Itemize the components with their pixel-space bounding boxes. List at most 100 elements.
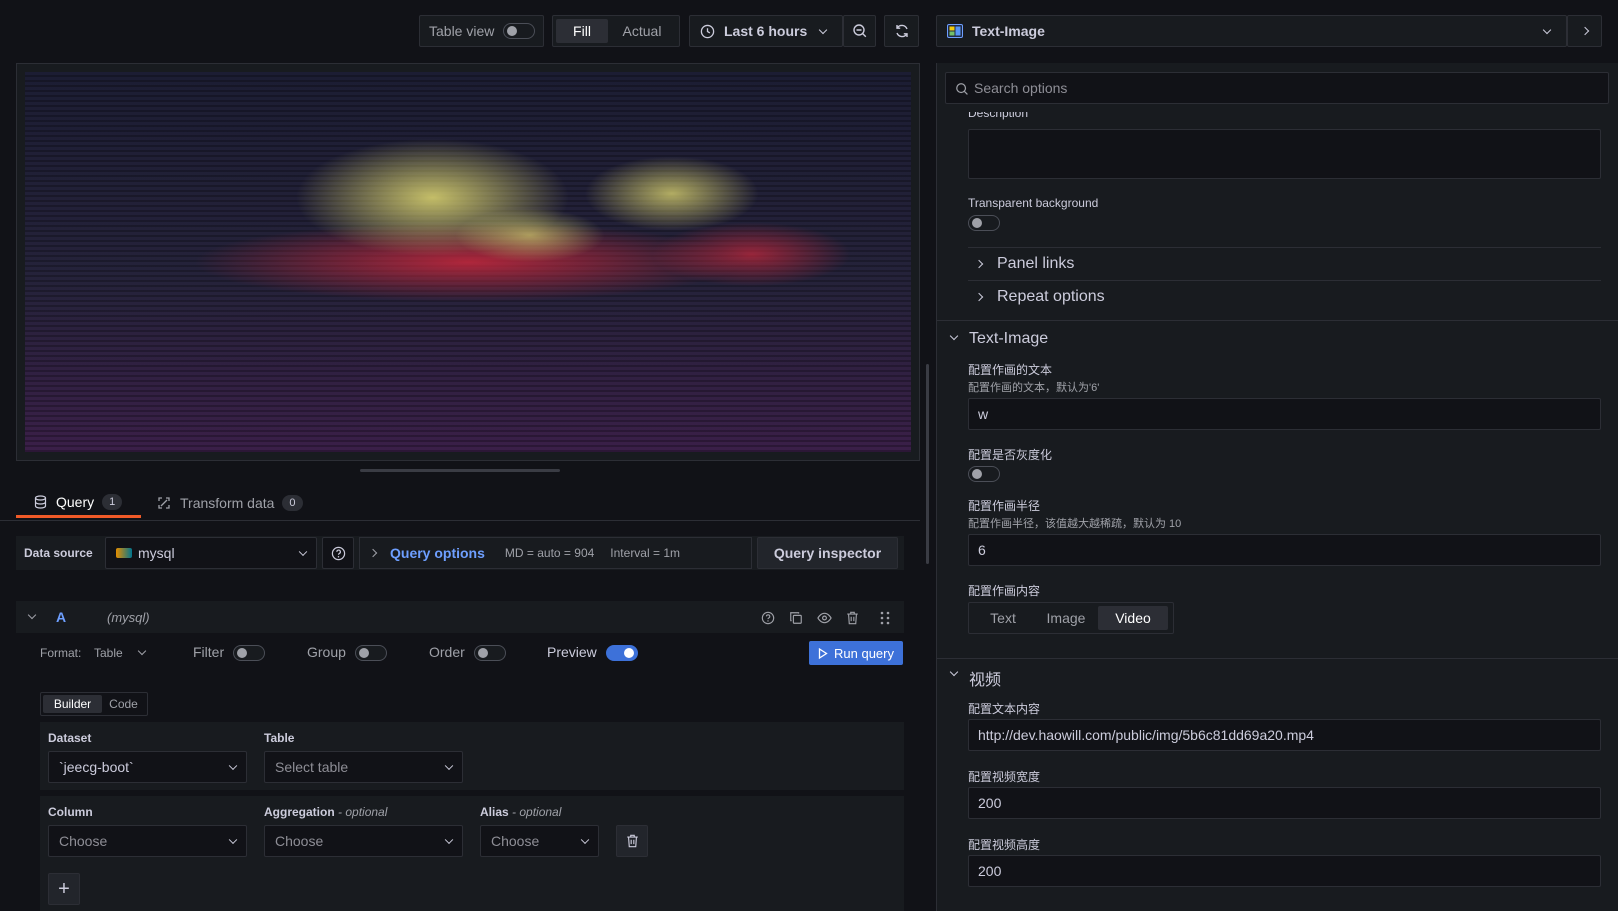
column-select[interactable]: Choose [48,825,247,857]
column-placeholder: Choose [59,833,108,849]
transform-icon [158,497,170,509]
aggregation-label-text: Aggregation [264,805,335,819]
fill-button[interactable]: Fill [556,19,608,43]
text-option-description: 配置作画的文本，默认为'6' [968,382,1100,394]
chevron-right-icon [974,292,984,302]
text-image-section-header[interactable]: Text-Image [945,326,1595,352]
search-icon [956,83,968,95]
chevron-down-icon [818,25,828,35]
alias-label-text: Alias [480,805,509,819]
dataset-value: `jeecg-boot` [59,759,134,775]
query-ref-id[interactable]: A [56,609,66,625]
text-image-plugin-icon [947,24,963,38]
table-view-toggle[interactable]: Table view [419,15,544,47]
query-inspector-button[interactable]: Query inspector [757,537,898,569]
vertical-splitter[interactable] [926,364,929,564]
alias-select[interactable]: Choose [480,825,599,857]
aggregation-placeholder: Choose [275,833,324,849]
video-url-value: http://dev.haowill.com/public/img/5b6c81… [978,727,1314,743]
copy-icon [790,612,802,624]
column-label: Column [48,805,93,819]
group-switch[interactable] [355,645,387,661]
format-label: Format: [40,646,82,660]
datasource-picker[interactable]: mysql [105,537,317,569]
search-options-placeholder: Search options [974,80,1068,96]
aggregation-select[interactable]: Choose [264,825,463,857]
filter-switch[interactable] [233,645,265,661]
video-height-input[interactable]: 200 [968,855,1601,887]
radius-option-description: 配置作画半径，该值越大越稀疏，默认为 10 [968,518,1182,530]
tabs-divider [0,520,920,521]
transparent-background-switch[interactable] [968,215,1000,231]
chevron-down-icon [580,835,590,845]
tab-transform[interactable]: Transform data 0 [157,488,317,518]
text-option-input[interactable]: w [968,398,1601,430]
format-select[interactable]: Table [94,644,154,662]
close-options-button[interactable] [1567,15,1602,47]
order-label: Order [429,644,465,660]
panel-links-section[interactable]: Panel links [968,252,1601,278]
description-label-clip: Description [968,112,1168,122]
video-section-title: 视频 [969,672,1002,689]
text-option-value: w [978,406,989,422]
resize-handle[interactable] [360,469,560,472]
actual-button[interactable]: Actual [608,19,676,43]
description-textarea[interactable] [968,129,1601,179]
transparent-background-label: Transparent background [968,196,1099,210]
dataset-label: Dataset [48,731,92,745]
search-options-input[interactable]: Search options [945,72,1609,104]
duplicate-query-button[interactable] [787,609,805,627]
help-icon [331,546,345,560]
refresh-button[interactable] [884,15,919,47]
run-query-button[interactable]: Run query [809,641,903,665]
radius-option-input[interactable]: 6 [968,534,1601,566]
query-help-button[interactable] [759,609,777,627]
trash-icon [626,834,638,848]
divider [968,247,1601,248]
dataset-select[interactable]: `jeecg-boot` [48,751,247,783]
datasource-help-button[interactable] [322,537,354,569]
drag-handle[interactable] [876,609,894,627]
hide-query-button[interactable] [815,609,833,627]
content-option-text[interactable]: Text [972,606,1034,630]
repeat-options-section[interactable]: Repeat options [968,285,1601,311]
zoom-out-button[interactable] [843,15,876,47]
video-width-input[interactable]: 200 [968,787,1601,819]
video-url-input[interactable]: http://dev.haowill.com/public/img/5b6c81… [968,719,1601,751]
table-view-label: Table view [429,23,495,39]
aggregation-optional: - optional [338,805,388,819]
content-option-video[interactable]: Video [1098,606,1168,630]
text-image-section-title: Text-Image [969,330,1049,347]
run-query-label: Run query [834,645,894,661]
add-column-button[interactable]: + [48,873,80,905]
visualization-name: Text-Image [972,23,1045,39]
table-select[interactable]: Select table [264,751,463,783]
code-mode-button[interactable]: Code [102,695,145,713]
trash-icon [846,611,858,625]
remove-column-button[interactable] [616,825,648,857]
visualization-picker[interactable]: Text-Image [936,15,1567,47]
tab-transform-label: Transform data [180,495,275,511]
delete-query-button[interactable] [843,609,861,627]
grayscale-switch[interactable] [968,466,1000,482]
content-option-image[interactable]: Image [1034,606,1098,630]
builder-mode-button[interactable]: Builder [43,695,102,713]
tab-query-label: Query [56,493,95,510]
table-placeholder: Select table [275,759,349,775]
clock-icon [700,24,715,38]
preview-switch[interactable] [606,645,638,661]
table-view-switch[interactable] [503,23,536,39]
chevron-down-icon [1542,25,1552,35]
chevron-down-icon [444,761,454,771]
video-height-value: 200 [978,863,1002,879]
tab-query[interactable]: Query 1 [16,488,141,518]
group-label: Group [307,644,346,660]
content-radio-group: Text Image Video [968,602,1174,634]
query-options-toggle[interactable]: Query options MD = auto = 904 Interval =… [359,537,752,569]
content-option-label: 配置作画内容 [968,584,1041,598]
time-range-picker[interactable]: Last 6 hours [689,15,843,47]
chevron-right-icon [368,548,378,558]
order-switch[interactable] [474,645,506,661]
play-icon [818,647,828,659]
video-section-header[interactable]: 视频 [945,662,1595,689]
